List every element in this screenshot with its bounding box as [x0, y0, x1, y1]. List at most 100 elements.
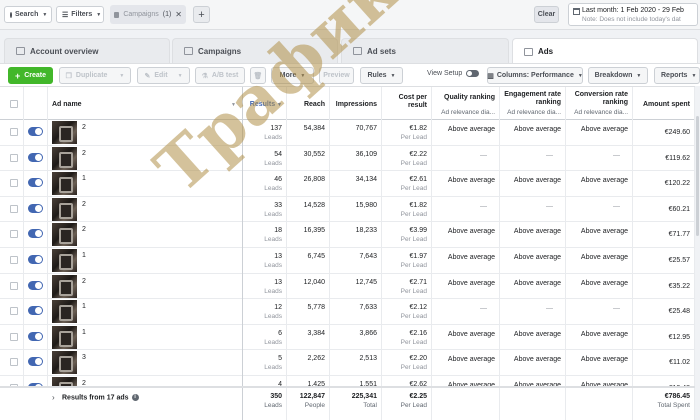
engagement-ranking-cell-value: Above average [513, 279, 561, 287]
ad-on-off-toggle[interactable] [28, 255, 43, 264]
amount-spent-value: €12.95 [668, 333, 690, 341]
cost-per-result-header[interactable]: Cost per result [382, 87, 432, 121]
ad-thumbnail[interactable] [52, 274, 77, 298]
delete-button[interactable]: 🗑 [250, 67, 266, 84]
add-filter-button[interactable]: + [193, 6, 210, 23]
duplicate-button[interactable]: ❐ Duplicate ▼ [59, 67, 131, 84]
ad-name-link[interactable]: 2 [82, 201, 86, 208]
table-row[interactable]: 2 137 Leads 54,384 70,767 €1.82 Per Lead Above … [0, 120, 700, 146]
table-row[interactable]: 1 46 Leads 26,808 34,134 €2.61 Per Lead Above a… [0, 171, 700, 197]
quality-ranking-cell: Above average [432, 222, 500, 248]
toggle-cell [24, 299, 48, 325]
table-row[interactable]: 2 33 Leads 14,528 15,980 €1.82 Per Lead — — — €60.… [0, 196, 700, 223]
ad-thumbnail[interactable] [52, 249, 77, 272]
filters-button[interactable]: ☰ Filters ▼ [56, 6, 104, 23]
ad-on-off-toggle[interactable] [28, 306, 43, 316]
row-checkbox[interactable] [10, 204, 18, 213]
ad-thumbnail[interactable] [52, 172, 77, 196]
amount-spent-header[interactable]: Amount spent [633, 87, 695, 121]
tab-campaigns[interactable]: Campaigns [172, 38, 338, 63]
engagement-ranking-header[interactable]: Engagement rate ranking Ad relevance dia… [500, 87, 566, 121]
columns-button[interactable]: ▥ Columns: Performance ▼ [487, 67, 583, 84]
row-checkbox[interactable] [10, 332, 18, 341]
table-row[interactable]: 2 54 Leads 30,552 36,109 €2.22 Per Lead — — — €119… [0, 145, 700, 172]
create-label: Create [24, 72, 47, 79]
conversion-ranking-cell: Above average [566, 324, 633, 351]
impressions-header[interactable]: Impressions [330, 87, 382, 121]
ad-name-link[interactable]: 1 [82, 303, 86, 310]
rules-button[interactable]: Rules ▼ [360, 67, 403, 84]
table-row[interactable]: 1 13 Leads 6,745 7,643 €1.97 Per Lead Above ave… [0, 248, 700, 274]
table-row[interactable]: 1 12 Leads 5,778 7,633 €2.12 Per Lead — — — €25.48 [0, 299, 700, 325]
ad-on-off-toggle[interactable] [28, 127, 43, 136]
view-setup-toggle[interactable]: View Setup [427, 70, 480, 77]
impressions-cell: 34,134 [330, 171, 382, 197]
ad-thumbnail[interactable] [52, 325, 77, 349]
table-row[interactable]: 2 13 Leads 12,040 12,745 €2.71 Per Lead Above a… [0, 273, 700, 300]
table-row[interactable]: 2 18 Leads 16,395 18,233 €3.99 Per Lead Above a… [0, 222, 700, 248]
search-button[interactable]: Search ▼ [4, 6, 52, 23]
chevron-right-icon[interactable]: › [52, 393, 55, 402]
ad-on-off-toggle[interactable] [28, 152, 43, 162]
ad-on-off-toggle[interactable] [28, 331, 43, 341]
preview-button[interactable]: Preview [319, 67, 354, 84]
table-row[interactable]: 1 6 Leads 3,384 3,866 €2.16 Per Lead Above aver… [0, 324, 700, 351]
vertical-scrollbar[interactable] [695, 86, 700, 420]
row-checkbox[interactable] [10, 281, 18, 290]
date-range-picker[interactable]: Last month: 1 Feb 2020 - 29 Feb Note: Do… [568, 3, 698, 26]
ad-thumbnail[interactable] [52, 351, 77, 375]
ab-test-button[interactable]: ⚗ A/B test [195, 67, 245, 84]
chevron-down-icon: ▼ [177, 72, 183, 79]
quality-ranking-header[interactable]: Quality ranking Ad relevance dia... [432, 87, 500, 121]
edit-button[interactable]: ✎ Edit ▼ [137, 67, 190, 84]
reports-button[interactable]: Reports ▼ [654, 67, 700, 84]
ad-thumbnail[interactable] [52, 197, 77, 221]
breakdown-button[interactable]: Breakdown ▼ [588, 67, 648, 84]
row-checkbox[interactable] [10, 256, 18, 264]
ad-name-link[interactable]: 2 [82, 150, 86, 157]
row-checkbox[interactable] [10, 128, 18, 136]
tab-ad-sets[interactable]: Ad sets [341, 38, 509, 63]
ad-name-link[interactable]: 1 [82, 329, 86, 336]
table-row[interactable]: 3 5 Leads 2,262 2,513 €2.20 Per Lead Above aver… [0, 350, 700, 376]
row-checkbox[interactable] [10, 179, 18, 188]
tab-ads[interactable]: Ads [512, 38, 698, 64]
ad-thumbnail[interactable] [52, 121, 77, 144]
ad-on-off-toggle[interactable] [28, 178, 43, 188]
duplicate-label: Duplicate [75, 72, 108, 79]
results-header[interactable]: Results ▼ [243, 87, 287, 121]
ad-name-link[interactable]: 1 [82, 175, 86, 182]
ad-on-off-toggle[interactable] [28, 229, 43, 239]
more-button[interactable]: More ▼ [271, 67, 314, 84]
ad-name-link[interactable]: 2 [82, 226, 86, 233]
close-icon[interactable]: ✕ [175, 10, 182, 19]
ad-name-link[interactable]: 3 [82, 354, 86, 361]
conversion-ranking-header[interactable]: Conversion rate ranking Ad relevance dia… [566, 87, 633, 121]
reach-header[interactable]: Reach [287, 87, 330, 121]
ad-on-off-toggle[interactable] [28, 203, 43, 213]
ad-name-link[interactable]: 1 [82, 252, 86, 259]
quality-ranking-cell-value: Above average [447, 279, 495, 287]
scrollbar-thumb[interactable] [696, 116, 699, 236]
ad-thumbnail[interactable] [52, 300, 77, 324]
create-button[interactable]: + Create [8, 67, 53, 84]
ad-name-link[interactable]: 2 [82, 278, 86, 285]
ad-on-off-toggle[interactable] [28, 280, 43, 290]
campaigns-filter-chip[interactable]: Campaigns (1) ✕ [110, 5, 186, 24]
ad-thumbnail[interactable] [52, 223, 77, 247]
impressions-cell-value: 12,745 [355, 278, 377, 286]
row-checkbox[interactable] [10, 358, 18, 367]
info-icon[interactable]: i [131, 394, 139, 401]
row-checkbox[interactable] [10, 230, 18, 239]
row-checkbox[interactable] [10, 307, 18, 316]
ad-on-off-toggle[interactable] [28, 357, 43, 367]
row-checkbox[interactable] [10, 153, 18, 162]
ad-thumbnail[interactable] [52, 146, 77, 170]
plus-icon: + [14, 70, 21, 81]
ad-name-link[interactable]: 2 [82, 124, 86, 131]
amount-spent-value: €120.22 [664, 180, 690, 188]
clear-button[interactable]: Clear [534, 6, 559, 23]
view-setup-switch[interactable] [466, 70, 480, 77]
ad-name-header[interactable]: Ad name ▼ [0, 87, 243, 121]
tab-account-overview[interactable]: Account overview [4, 38, 170, 63]
